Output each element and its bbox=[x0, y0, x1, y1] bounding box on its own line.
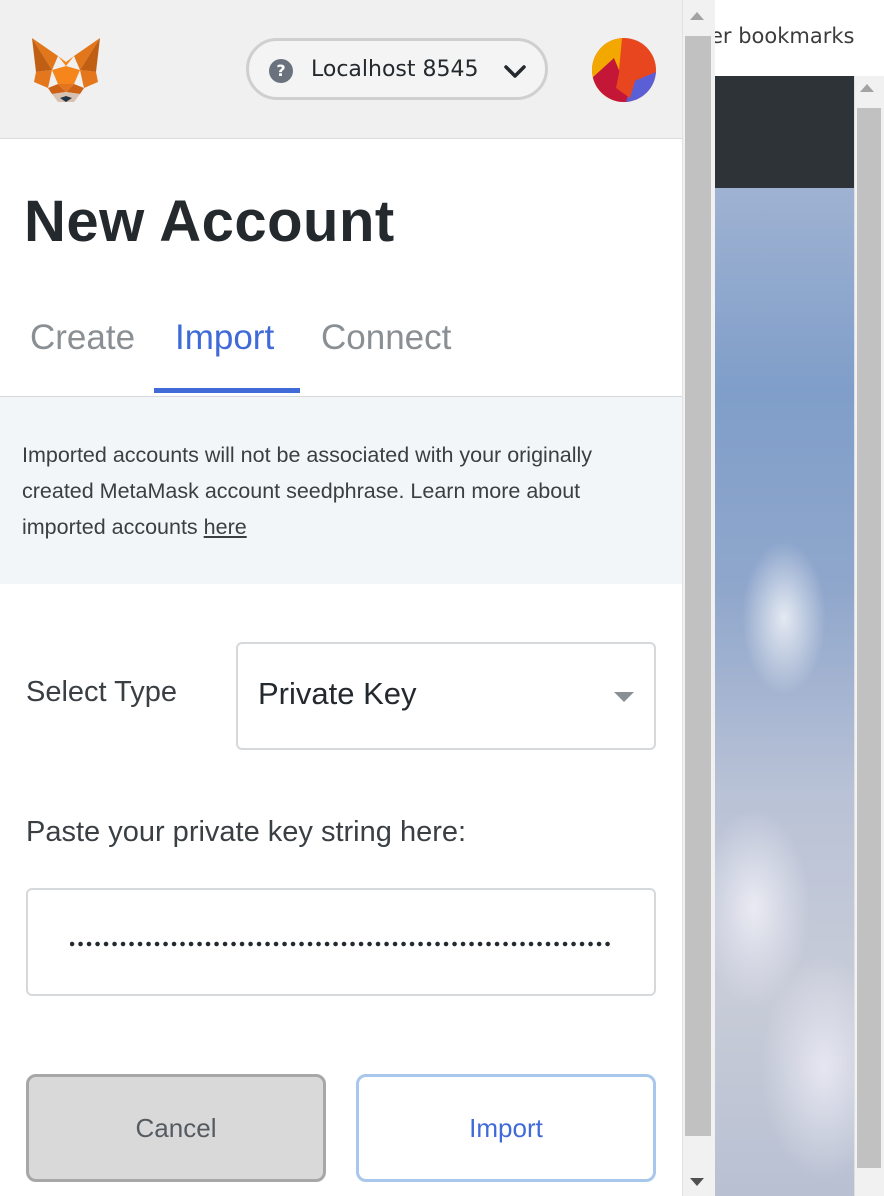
network-selector[interactable]: ? Localhost 8545 bbox=[246, 38, 548, 100]
private-key-label: Paste your private key string here: bbox=[26, 816, 467, 848]
cancel-button[interactable]: Cancel bbox=[26, 1074, 326, 1182]
notice-text: Imported accounts will not be associated… bbox=[22, 437, 662, 545]
popup-scroll-thumb[interactable] bbox=[685, 36, 711, 1136]
scroll-up-arrow-icon[interactable] bbox=[860, 84, 874, 92]
web-page-hero-image bbox=[714, 188, 854, 1196]
private-key-input[interactable] bbox=[26, 888, 656, 996]
web-page-header bbox=[714, 76, 854, 188]
tab-import[interactable]: Import bbox=[175, 318, 274, 358]
bookmarks-label[interactable]: er bookmarks bbox=[710, 24, 854, 48]
import-type-select[interactable]: Private Key bbox=[236, 642, 656, 750]
account-identicon[interactable] bbox=[592, 38, 656, 102]
select-type-label: Select Type bbox=[26, 676, 178, 708]
notice-message: Imported accounts will not be associated… bbox=[22, 443, 593, 539]
metamask-fox-icon[interactable] bbox=[28, 36, 104, 104]
scroll-up-arrow-icon[interactable] bbox=[690, 12, 704, 20]
scroll-down-arrow-icon[interactable] bbox=[690, 1178, 704, 1186]
help-circle-icon: ? bbox=[269, 59, 293, 83]
app-header: ? Localhost 8545 bbox=[0, 0, 682, 139]
notice-here-link[interactable]: here bbox=[204, 515, 247, 539]
import-type-value: Private Key bbox=[258, 676, 417, 711]
web-page-scroll-thumb[interactable] bbox=[857, 108, 881, 1168]
import-button[interactable]: Import bbox=[356, 1074, 656, 1182]
tab-connect[interactable]: Connect bbox=[321, 318, 451, 358]
tab-bar: Create Import Connect bbox=[0, 300, 682, 397]
caret-down-icon bbox=[614, 692, 634, 702]
masked-password-dots bbox=[70, 941, 614, 947]
import-notice: Imported accounts will not be associated… bbox=[0, 397, 682, 584]
metamask-popup: ? Localhost 8545 New Account Create Impo… bbox=[0, 0, 715, 1196]
tab-create[interactable]: Create bbox=[30, 318, 135, 358]
active-tab-indicator bbox=[154, 388, 300, 393]
network-name: Localhost 8545 bbox=[311, 57, 479, 82]
chevron-down-icon bbox=[504, 65, 526, 78]
page-title: New Account bbox=[24, 189, 395, 254]
